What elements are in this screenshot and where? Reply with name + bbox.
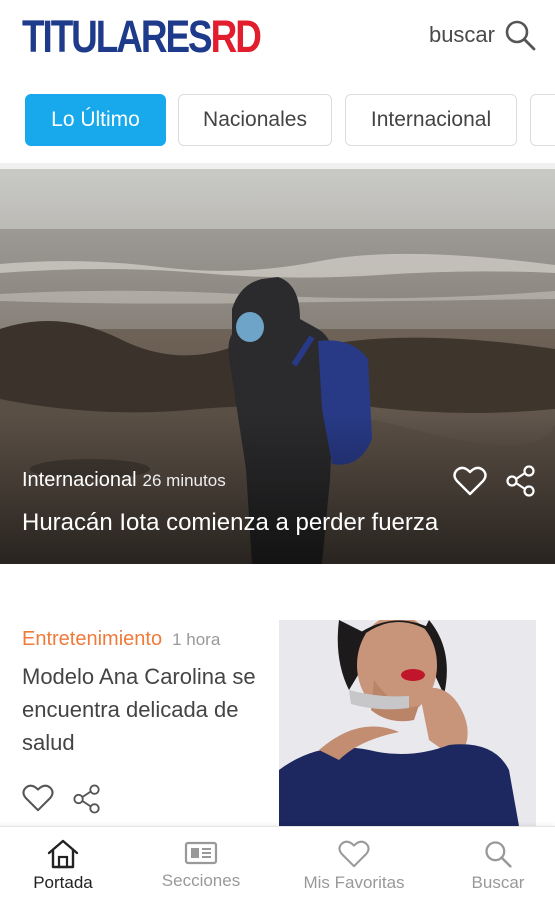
heart-icon (337, 839, 371, 869)
bottom-navigation: Portada Secciones Mis Favoritas Buscar (0, 826, 555, 900)
hero-title[interactable]: Huracán Iota comienza a perder fuerza (22, 509, 438, 537)
tab-internacional[interactable]: Internacional (345, 94, 517, 146)
newspaper-icon (184, 839, 218, 867)
article-title[interactable]: Modelo Ana Carolina se encuentra delicad… (22, 660, 272, 759)
hero-share-icon[interactable] (505, 465, 537, 502)
hero-actions (453, 465, 537, 502)
nav-portada[interactable]: Portada (18, 827, 108, 900)
article-photo (279, 620, 536, 826)
article-share-icon[interactable] (72, 783, 102, 820)
search-icon (503, 18, 537, 52)
logo-text-titulares: TITULARES (22, 11, 213, 62)
nav-label-buscar: Buscar (471, 873, 525, 892)
nav-secciones[interactable]: Secciones (146, 827, 256, 900)
home-icon (46, 839, 80, 869)
app-logo[interactable]: TITULARESRD (22, 11, 262, 62)
header-search-button[interactable]: buscar (429, 18, 537, 52)
hero-favorite-heart-icon[interactable] (453, 465, 487, 502)
article-time: 1 hora (172, 630, 221, 649)
article-category[interactable]: Entretenimiento (22, 628, 162, 651)
hero-category[interactable]: Internacional (22, 469, 137, 492)
logo-text-rd: RD (210, 11, 262, 62)
hero-article[interactable]: Internacional 26 minutos Huracán Iota co… (0, 169, 555, 564)
article-meta: Entretenimiento 1 hora (22, 628, 220, 651)
search-label: buscar (428, 22, 495, 47)
search-icon (483, 839, 513, 869)
app-header: TITULARESRD buscar (0, 0, 555, 82)
tab-lo-ultimo[interactable]: Lo Último (25, 94, 166, 146)
nav-buscar[interactable]: Buscar (458, 827, 538, 900)
nav-mis-favoritas[interactable]: Mis Favoritas (292, 827, 416, 900)
article-favorite-heart-icon[interactable] (22, 783, 54, 820)
nav-label-portada: Portada (33, 873, 93, 892)
tab-nacionales[interactable]: Nacionales (178, 94, 332, 146)
article-actions (22, 783, 102, 820)
nav-label-mis-favoritas: Mis Favoritas (303, 873, 405, 892)
hero-meta: Internacional 26 minutos (22, 469, 226, 492)
article-image[interactable] (279, 620, 536, 826)
tab-next-partial[interactable] (530, 94, 555, 146)
hero-time: 26 minutos (142, 471, 226, 490)
category-tabs: Lo Último Nacionales Internacional (0, 92, 555, 148)
nav-label-secciones: Secciones (161, 871, 241, 890)
